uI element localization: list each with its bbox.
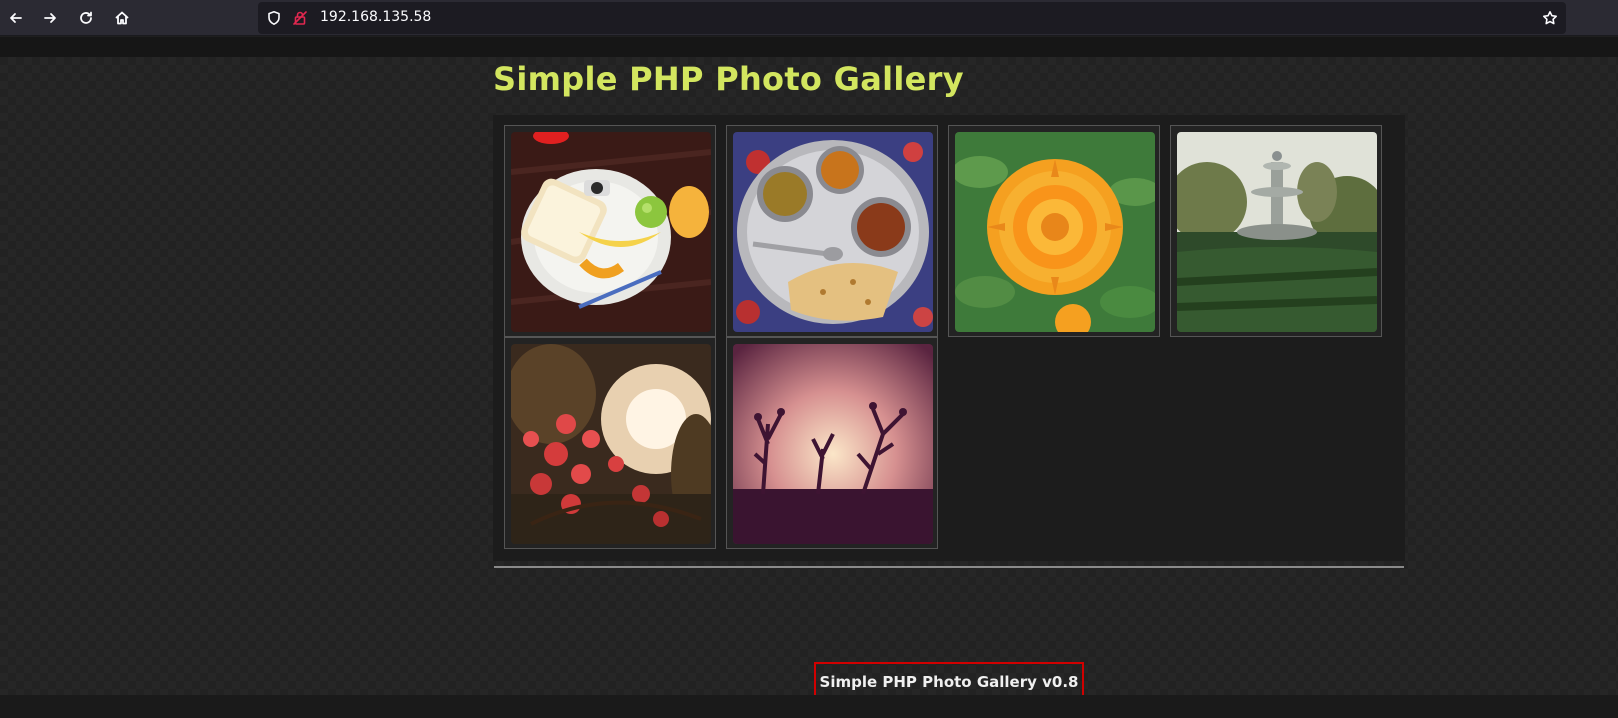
shield-icon[interactable] [266,10,282,30]
back-arrow-icon[interactable] [2,4,30,32]
insecure-lock-icon[interactable] [292,10,308,30]
photo-breakfast[interactable] [511,132,711,332]
forward-arrow-icon[interactable] [36,4,64,32]
address-bar[interactable]: 192.168.135.58 [258,2,1566,34]
gallery-thumbnail[interactable] [948,125,1160,337]
toolbar-separator [0,37,1618,57]
home-icon[interactable] [108,4,136,32]
page-title: Simple PHP Photo Gallery [493,60,964,98]
photo-marigold[interactable] [955,132,1155,332]
gallery-thumbnail[interactable] [726,337,938,549]
gallery-thumbnail[interactable] [504,125,716,337]
horizontal-divider [494,566,1404,568]
photo-silhouette[interactable] [733,344,933,544]
photo-fountain[interactable] [1177,132,1377,332]
gallery-thumbnail[interactable] [1170,125,1382,337]
gallery-thumbnail[interactable] [726,125,938,337]
bottom-strip [0,695,1618,718]
url-text[interactable]: 192.168.135.58 [320,9,431,25]
reload-icon[interactable] [72,4,100,32]
photo-thali[interactable] [733,132,933,332]
browser-toolbar: 192.168.135.58 [0,0,1618,36]
bookmark-star-icon[interactable] [1542,10,1558,30]
gallery-thumbnail[interactable] [504,337,716,549]
photo-bougainvillea[interactable] [511,344,711,544]
